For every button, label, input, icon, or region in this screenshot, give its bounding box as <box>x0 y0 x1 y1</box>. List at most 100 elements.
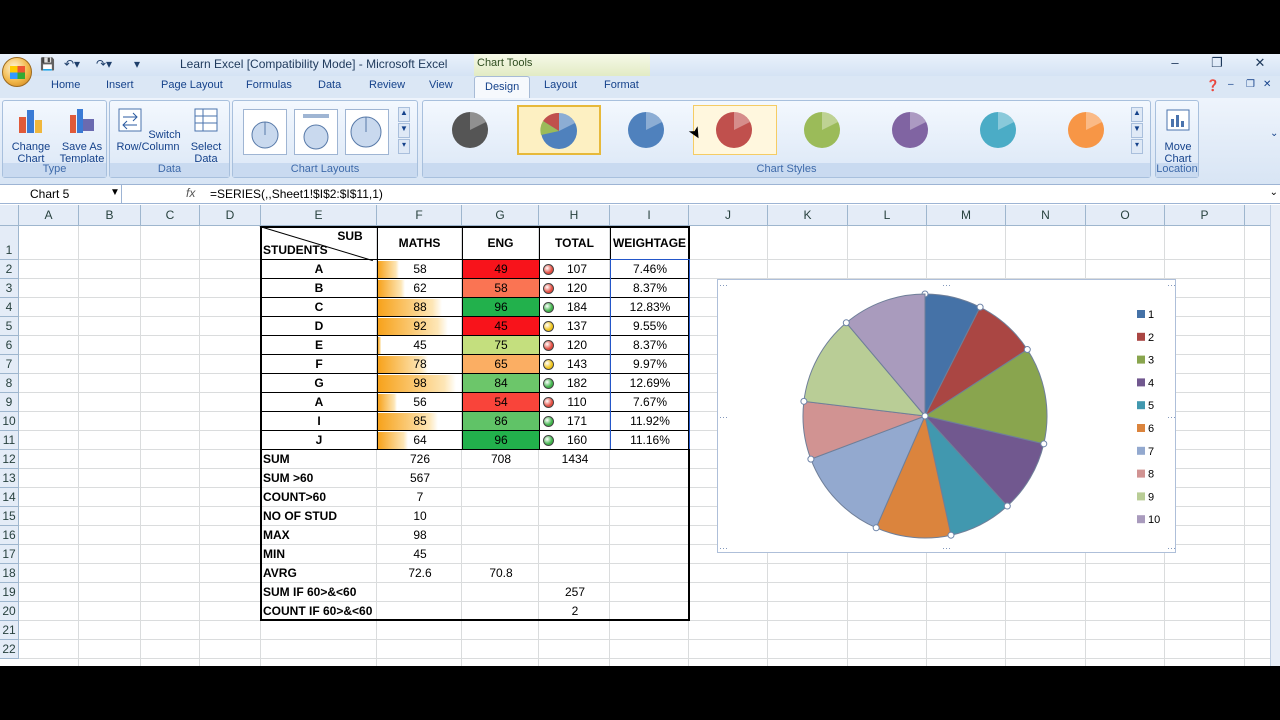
tab-format[interactable]: Format <box>604 79 639 91</box>
column-header-P[interactable]: P <box>1165 205 1245 226</box>
office-button[interactable] <box>2 57 32 87</box>
column-header-D[interactable]: D <box>200 205 261 226</box>
row-header-10[interactable]: 10 <box>0 412 19 431</box>
insert-function-icon[interactable]: fx <box>186 186 195 200</box>
chart-style-6[interactable] <box>869 105 953 155</box>
tab-home[interactable]: Home <box>51 79 80 91</box>
tab-insert[interactable]: Insert <box>106 79 134 91</box>
layout-thumb-1[interactable] <box>243 109 287 155</box>
column-header-M[interactable]: M <box>927 205 1006 226</box>
row-header-16[interactable]: 16 <box>0 526 19 545</box>
row-header-7[interactable]: 7 <box>0 355 19 374</box>
row-header-3[interactable]: 3 <box>0 279 19 298</box>
chart-style-3[interactable] <box>605 105 689 155</box>
layout-thumb-2[interactable] <box>294 109 338 155</box>
close-button[interactable]: ✕ <box>1240 55 1280 73</box>
column-header-N[interactable]: N <box>1006 205 1086 226</box>
chart-style-2[interactable] <box>517 105 601 155</box>
minimize-button[interactable]: – <box>1155 55 1195 73</box>
tab-view[interactable]: View <box>429 79 453 91</box>
column-header-K[interactable]: K <box>768 205 848 226</box>
chart-resize-handle[interactable]: ⋯ <box>1167 412 1176 422</box>
doc-restore-icon[interactable]: ❐ <box>1246 79 1255 90</box>
pie-chart[interactable]: 1 2 3 4 5 6 7 8 9 10 ⋯ ⋯ ⋯ ⋯ ⋯ ⋯ ⋯ ⋯ <box>717 279 1176 553</box>
column-header-C[interactable]: C <box>141 205 200 226</box>
student-name: B <box>314 281 324 295</box>
name-box[interactable]: Chart 5 <box>0 185 122 203</box>
tab-data[interactable]: Data <box>318 79 341 91</box>
tab-formulas[interactable]: Formulas <box>246 79 292 91</box>
layout-thumb-3[interactable] <box>345 109 389 155</box>
chart-resize-handle[interactable]: ⋯ <box>719 543 728 553</box>
chart-resize-handle[interactable]: ⋯ <box>1167 543 1176 553</box>
row-header-11[interactable]: 11 <box>0 431 19 450</box>
column-header-L[interactable]: L <box>848 205 927 226</box>
restore-button[interactable]: ❐ <box>1197 55 1237 73</box>
column-header-G[interactable]: G <box>462 205 539 226</box>
column-header-F[interactable]: F <box>377 205 462 226</box>
layouts-scroll-up[interactable]: ▲ <box>398 107 410 122</box>
undo-icon[interactable]: ↶▾ <box>64 57 80 71</box>
stat-eng: 70.8 <box>489 566 513 580</box>
help-icon[interactable]: ❓ <box>1206 79 1220 92</box>
styles-more[interactable]: ▾ <box>1131 139 1143 154</box>
row-header-21[interactable]: 21 <box>0 621 19 640</box>
chart-resize-handle[interactable]: ⋯ <box>719 412 728 422</box>
row-header-5[interactable]: 5 <box>0 317 19 336</box>
row-header-4[interactable]: 4 <box>0 298 19 317</box>
move-chart-button[interactable]: Move Chart <box>1158 105 1198 165</box>
row-header-19[interactable]: 19 <box>0 583 19 602</box>
doc-minimize-icon[interactable]: – <box>1228 79 1234 90</box>
row-header-18[interactable]: 18 <box>0 564 19 583</box>
select-all-corner[interactable] <box>0 205 19 226</box>
row-header-6[interactable]: 6 <box>0 336 19 355</box>
chart-resize-handle[interactable]: ⋯ <box>1167 280 1176 290</box>
select-data-button[interactable]: Select Data <box>184 105 228 165</box>
name-box-dropdown-icon[interactable]: ▼ <box>110 187 120 198</box>
layouts-more[interactable]: ▾ <box>398 139 410 154</box>
row-header-9[interactable]: 9 <box>0 393 19 412</box>
row-header-22[interactable]: 22 <box>0 640 19 659</box>
column-header-A[interactable]: A <box>19 205 79 226</box>
vertical-scrollbar[interactable] <box>1270 205 1280 666</box>
row-header-2[interactable]: 2 <box>0 260 19 279</box>
column-header-B[interactable]: B <box>79 205 141 226</box>
row-header-13[interactable]: 13 <box>0 469 19 488</box>
chart-style-5[interactable] <box>781 105 865 155</box>
column-header-H[interactable]: H <box>539 205 610 226</box>
row-header-14[interactable]: 14 <box>0 488 19 507</box>
doc-close-icon[interactable]: ✕ <box>1263 79 1271 90</box>
chart-resize-handle[interactable]: ⋯ <box>942 280 951 290</box>
expand-formula-icon[interactable]: ⌄ <box>1270 187 1278 198</box>
tab-page-layout[interactable]: Page Layout <box>161 79 223 91</box>
chart-style-8[interactable] <box>1045 105 1129 155</box>
column-header-I[interactable]: I <box>610 205 689 226</box>
tab-design[interactable]: Design <box>474 76 531 98</box>
row-header-15[interactable]: 15 <box>0 507 19 526</box>
save-as-template-button[interactable]: Save As Template <box>58 105 106 165</box>
gridline <box>19 658 1270 659</box>
chart-resize-handle[interactable]: ⋯ <box>719 280 728 290</box>
row-header-17[interactable]: 17 <box>0 545 19 564</box>
chart-style-1[interactable] <box>429 105 513 155</box>
formula-input[interactable]: =SERIES(,,Sheet1!$I$2:$I$11,1) <box>210 187 383 201</box>
chart-resize-handle[interactable]: ⋯ <box>942 543 951 553</box>
redo-icon[interactable]: ↷▾ <box>96 57 112 71</box>
styles-scroll-up[interactable]: ▲ <box>1131 107 1143 122</box>
save-icon[interactable]: 💾 <box>40 57 55 71</box>
customize-qat-icon[interactable]: ▾ <box>134 57 140 71</box>
row-header-12[interactable]: 12 <box>0 450 19 469</box>
tab-layout[interactable]: Layout <box>544 79 577 91</box>
column-header-O[interactable]: O <box>1086 205 1165 226</box>
chart-style-7[interactable] <box>957 105 1041 155</box>
row-header-8[interactable]: 8 <box>0 374 19 393</box>
ribbon-expand-icon[interactable]: ⌄ <box>1270 128 1278 139</box>
row-header-1[interactable]: 1 <box>0 226 19 260</box>
row-header-20[interactable]: 20 <box>0 602 19 621</box>
column-header-J[interactable]: J <box>689 205 768 226</box>
switch-row-column-button[interactable]: Switch Row/Column <box>114 105 182 153</box>
tab-review[interactable]: Review <box>369 79 405 91</box>
layouts-scroll-down[interactable]: ▼ <box>398 123 410 138</box>
styles-scroll-down[interactable]: ▼ <box>1131 123 1143 138</box>
column-header-E[interactable]: E <box>261 205 377 226</box>
